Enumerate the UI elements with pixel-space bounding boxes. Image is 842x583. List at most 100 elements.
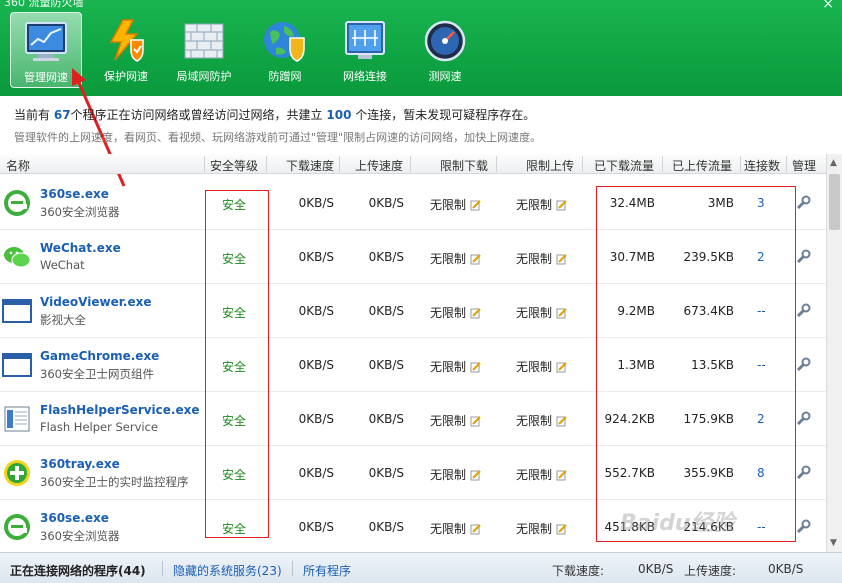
process-name[interactable]: 360tray.exe [40, 457, 120, 471]
toolbar-button-speed-test[interactable]: 测网速 [409, 12, 481, 88]
process-description: WeChat [40, 258, 85, 272]
wrench-icon[interactable] [795, 357, 811, 376]
edit-icon[interactable] [552, 414, 568, 428]
limit-download-value: 无限制 [430, 252, 467, 266]
limit-upload[interactable]: 无限制 [516, 358, 568, 375]
download-speed: 0KB/S [298, 250, 334, 264]
download-speed: 0KB/S [298, 358, 334, 372]
toolbar-button-lan-protect[interactable]: 局域网防护 [168, 12, 240, 88]
limit-upload[interactable]: 无限制 [516, 520, 568, 537]
highlight-safety-column [205, 190, 269, 538]
connection-count: 100 [326, 108, 352, 122]
edit-icon[interactable] [552, 360, 568, 374]
edit-icon[interactable] [466, 522, 482, 536]
col-downloaded[interactable]: 已下载流量 [594, 157, 654, 174]
limit-upload-value: 无限制 [516, 252, 553, 266]
process-name[interactable]: 360se.exe [40, 511, 109, 525]
column-divider [410, 156, 411, 172]
edit-icon[interactable] [466, 252, 482, 266]
wrench-icon[interactable] [795, 465, 811, 484]
limit-upload[interactable]: 无限制 [516, 250, 568, 267]
upload-speed: 0KB/S [368, 250, 404, 264]
edit-icon[interactable] [552, 468, 568, 482]
highlight-traffic-columns [596, 186, 796, 542]
edit-icon[interactable] [466, 306, 482, 320]
limit-download-value: 无限制 [430, 414, 467, 428]
toolbar-button-network-connection[interactable]: 网络连接 [329, 12, 401, 88]
limit-download[interactable]: 无限制 [430, 250, 482, 267]
download-speed: 0KB/S [298, 412, 334, 426]
wrench-icon[interactable] [795, 411, 811, 430]
status-divider [292, 561, 293, 576]
window-app-icon [2, 350, 32, 380]
column-divider [496, 156, 497, 172]
edit-icon[interactable] [466, 414, 482, 428]
table-scrollbar[interactable]: ▲ ▼ [826, 154, 842, 552]
limit-download[interactable]: 无限制 [430, 412, 482, 429]
summary-middle: 个程序正在访问网络或曾经访问过网络，共建立 [70, 108, 323, 122]
process-name[interactable]: 360se.exe [40, 187, 109, 201]
document-app-icon [2, 404, 32, 434]
toolbar-label-anti-leech: 防蹭网 [268, 70, 302, 83]
limit-download[interactable]: 无限制 [430, 520, 482, 537]
process-description: 360安全浏览器 [40, 205, 120, 219]
lightning-shield-icon [109, 19, 144, 62]
limit-download[interactable]: 无限制 [430, 304, 482, 321]
close-icon[interactable]: × [822, 0, 834, 12]
col-limit-upload[interactable]: 限制上传 [526, 157, 574, 174]
edit-icon[interactable] [552, 522, 568, 536]
col-safety[interactable]: 安全等级 [210, 157, 258, 174]
wrench-icon[interactable] [795, 519, 811, 538]
edit-icon[interactable] [466, 468, 482, 482]
edit-icon[interactable] [466, 360, 482, 374]
green-plus-icon [2, 458, 32, 488]
limit-download-value: 无限制 [430, 306, 467, 320]
upload-speed: 0KB/S [368, 412, 404, 426]
download-speed: 0KB/S [298, 196, 334, 210]
limit-download[interactable]: 无限制 [430, 466, 482, 483]
wrench-icon[interactable] [795, 249, 811, 268]
process-name[interactable]: WeChat.exe [40, 241, 121, 255]
scroll-thumb[interactable] [829, 174, 840, 230]
upload-speed: 0KB/S [368, 304, 404, 318]
tab-all-programs[interactable]: 所有程序 [303, 562, 351, 579]
limit-upload[interactable]: 无限制 [516, 196, 568, 213]
wrench-icon[interactable] [795, 303, 811, 322]
col-uploaded[interactable]: 已上传流量 [672, 157, 732, 174]
limit-download-value: 无限制 [430, 198, 467, 212]
table-header: 名称 安全等级 下载速度 上传速度 限制下载 限制上传 已下载流量 已上传流量 … [0, 154, 826, 174]
tab-connected-programs[interactable]: 正在连接网络的程序(44) [10, 562, 146, 579]
col-connections[interactable]: 连接数 [744, 157, 780, 174]
limit-upload[interactable]: 无限制 [516, 304, 568, 321]
process-name[interactable]: VideoViewer.exe [40, 295, 152, 309]
col-name[interactable]: 名称 [6, 157, 30, 174]
limit-upload[interactable]: 无限制 [516, 466, 568, 483]
edit-icon[interactable] [552, 198, 568, 212]
edit-icon[interactable] [552, 252, 568, 266]
scroll-down-icon[interactable]: ▼ [830, 538, 837, 548]
limit-upload[interactable]: 无限制 [516, 412, 568, 429]
process-description: 360安全浏览器 [40, 529, 120, 543]
globe-shield-icon [264, 22, 305, 62]
col-upload-speed[interactable]: 上传速度 [355, 157, 403, 174]
col-limit-download[interactable]: 限制下载 [440, 157, 488, 174]
process-description: 影视大全 [40, 313, 86, 327]
scroll-up-icon[interactable]: ▲ [830, 158, 837, 168]
limit-download[interactable]: 无限制 [430, 358, 482, 375]
process-name[interactable]: GameChrome.exe [40, 349, 159, 363]
col-download-speed[interactable]: 下载速度 [286, 157, 334, 174]
edit-icon[interactable] [552, 306, 568, 320]
limit-download[interactable]: 无限制 [430, 196, 482, 213]
limit-upload-value: 无限制 [516, 522, 553, 536]
wrench-icon[interactable] [795, 195, 811, 214]
upload-speed: 0KB/S [368, 358, 404, 372]
toolbar-button-anti-leech[interactable]: 防蹭网 [249, 12, 321, 88]
process-name[interactable]: FlashHelperService.exe [40, 403, 200, 417]
process-description: Flash Helper Service [40, 420, 158, 434]
speedometer-icon [424, 20, 466, 62]
col-manage[interactable]: 管理 [792, 157, 816, 174]
edit-icon[interactable] [466, 198, 482, 212]
upload-speed-value: 0KB/S [768, 562, 804, 576]
tab-hidden-services[interactable]: 隐藏的系统服务(23) [173, 562, 282, 579]
download-speed-label: 下载速度: [552, 564, 605, 578]
